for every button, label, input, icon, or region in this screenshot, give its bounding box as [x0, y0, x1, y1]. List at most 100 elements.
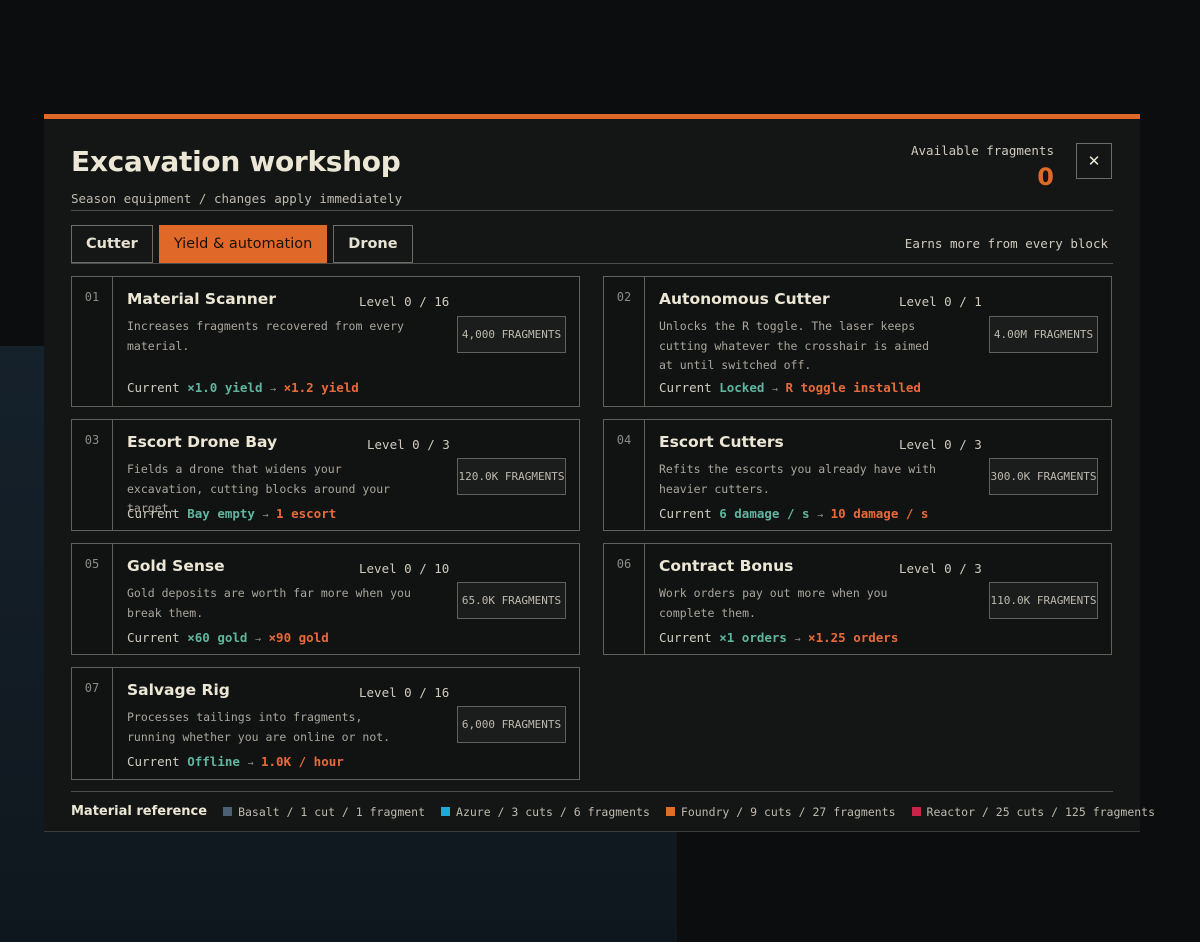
current-label: Current — [127, 380, 180, 395]
card-name: Contract Bonus — [659, 557, 794, 575]
tab-bar: Cutter Yield & automation Drone — [71, 225, 413, 263]
next-value: 10 damage / s — [830, 506, 929, 521]
current-label: Current — [659, 380, 712, 395]
card-description: Gold deposits are worth far more when yo… — [127, 586, 411, 620]
purchase-button[interactable]: 120.0K FRAGMENTS — [457, 458, 566, 495]
upgrade-card-escort-cutters: 04 Escort Cutters Level 0 / 3 Refits the… — [603, 419, 1112, 531]
current-value: Offline — [187, 754, 240, 769]
card-current: Current Offline → 1.0K / hour — [127, 754, 344, 769]
current-value: ×60 gold — [187, 630, 248, 645]
page-subtitle: Season equipment / changes apply immedia… — [71, 191, 403, 206]
legend-item-azure: Azure / 3 cuts / 6 fragments — [441, 805, 650, 819]
card-current: Current Locked → R toggle installed — [659, 380, 921, 395]
card-number: 07 — [72, 668, 113, 779]
card-level: Level 0 / 16 — [359, 685, 450, 700]
next-value: ×90 gold — [268, 630, 329, 645]
next-value: 1 escort — [276, 506, 337, 521]
upgrade-card-material-scanner: 01 Material Scanner Level 0 / 16 Increas… — [71, 276, 580, 407]
card-name: Material Scanner — [127, 290, 276, 308]
next-value: R toggle installed — [785, 380, 921, 395]
current-value: 6 damage / s — [719, 506, 810, 521]
current-label: Current — [127, 506, 180, 521]
upgrade-card-escort-drone-bay: 03 Escort Drone Bay Level 0 / 3 Fields a… — [71, 419, 580, 531]
purchase-button[interactable]: 6,000 FRAGMENTS — [457, 706, 566, 743]
upgrade-card-salvage-rig: 07 Salvage Rig Level 0 / 16 Processes ta… — [71, 667, 580, 780]
arrow-right-icon: → — [794, 634, 801, 645]
card-number: 06 — [604, 544, 645, 654]
legend-item-basalt: Basalt / 1 cut / 1 fragment — [223, 805, 425, 819]
current-label: Current — [127, 754, 180, 769]
tab-drone[interactable]: Drone — [333, 225, 413, 263]
card-level: Level 0 / 3 — [899, 561, 982, 576]
card-number: 04 — [604, 420, 645, 530]
card-name: Escort Cutters — [659, 433, 784, 451]
close-button[interactable]: ✕ — [1076, 143, 1112, 179]
legend-label: Foundry / 9 cuts / 27 fragments — [680, 804, 896, 819]
tab-yield-automation[interactable]: Yield & automation — [158, 225, 328, 263]
card-current: Current ×60 gold → ×90 gold — [127, 630, 329, 645]
tabs-divider — [71, 263, 1113, 264]
card-current: Current ×1.0 yield → ×1.2 yield — [127, 380, 359, 395]
upgrade-card-gold-sense: 05 Gold Sense Level 0 / 10 Gold deposits… — [71, 543, 580, 655]
current-value: ×1 orders — [719, 630, 787, 645]
tab-hint: Earns more from every block — [904, 236, 1108, 251]
card-level: Level 0 / 3 — [367, 437, 450, 452]
arrow-right-icon: → — [247, 758, 254, 769]
next-value: 1.0K / hour — [261, 754, 344, 769]
card-description: Unlocks the R toggle. The laser keeps cu… — [659, 319, 930, 372]
current-value: Bay empty — [187, 506, 255, 521]
card-description: Work orders pay out more when you comple… — [659, 586, 888, 620]
arrow-right-icon: → — [254, 634, 261, 645]
purchase-button[interactable]: 110.0K FRAGMENTS — [989, 582, 1098, 619]
close-icon: ✕ — [1087, 152, 1101, 170]
arrow-right-icon: → — [262, 510, 269, 521]
legend-label: Azure / 3 cuts / 6 fragments — [456, 804, 650, 819]
next-value: ×1.25 orders — [808, 630, 899, 645]
legend-divider — [71, 791, 1113, 792]
purchase-button[interactable]: 4.00M FRAGMENTS — [989, 316, 1098, 353]
legend-item-reactor: Reactor / 25 cuts / 125 fragments — [911, 804, 1156, 819]
legend-title: Material reference — [71, 804, 208, 819]
card-description: Increases fragments recovered from every… — [127, 319, 404, 353]
purchase-button[interactable]: 65.0K FRAGMENTS — [457, 582, 566, 619]
legend-label: Basalt / 1 cut / 1 fragment — [238, 804, 426, 819]
card-level: Level 0 / 3 — [899, 437, 982, 452]
card-level: Level 0 / 16 — [359, 294, 450, 309]
color-swatch — [665, 807, 675, 816]
card-number: 03 — [72, 420, 113, 530]
card-level: Level 0 / 10 — [359, 561, 450, 576]
card-current: Current ×1 orders → ×1.25 orders — [659, 630, 898, 645]
tab-cutter[interactable]: Cutter — [71, 225, 153, 263]
current-label: Current — [659, 630, 712, 645]
fragments-label: Available fragments — [911, 143, 1054, 158]
legend-label: Reactor / 25 cuts / 125 fragments — [926, 804, 1156, 819]
card-current: Current Bay empty → 1 escort — [127, 506, 336, 521]
color-swatch — [441, 807, 451, 816]
card-name: Gold Sense — [127, 557, 225, 575]
card-number: 05 — [72, 544, 113, 654]
current-value: Locked — [719, 380, 765, 395]
purchase-button[interactable]: 300.0K FRAGMENTS — [989, 458, 1098, 495]
next-value: ×1.2 yield — [283, 380, 359, 395]
header-divider — [71, 210, 1113, 211]
color-swatch — [223, 807, 233, 816]
card-description: Processes tailings into fragments, runni… — [127, 710, 391, 744]
card-name: Salvage Rig — [127, 681, 230, 699]
legend-item-foundry: Foundry / 9 cuts / 27 fragments — [665, 804, 896, 819]
card-number: 01 — [72, 277, 113, 406]
card-number: 02 — [604, 277, 645, 406]
color-swatch — [911, 807, 921, 816]
workshop-modal: Excavation workshop Season equipment / c… — [44, 114, 1155, 832]
upgrade-card-autonomous-cutter: 02 Autonomous Cutter Level 0 / 1 Unlocks… — [603, 276, 1112, 407]
card-name: Escort Drone Bay — [127, 433, 278, 451]
card-description: Refits the escorts you already have with… — [659, 462, 936, 496]
arrow-right-icon: → — [771, 384, 778, 395]
purchase-button[interactable]: 4,000 FRAGMENTS — [457, 316, 566, 353]
arrow-right-icon: → — [270, 384, 277, 395]
card-level: Level 0 / 1 — [899, 294, 982, 309]
upgrade-card-contract-bonus: 06 Contract Bonus Level 0 / 3 Work order… — [603, 543, 1112, 655]
current-label: Current — [127, 630, 180, 645]
current-label: Current — [659, 506, 712, 521]
material-legend: Material reference Basalt / 1 cut / 1 fr… — [71, 804, 1155, 819]
card-current: Current 6 damage / s → 10 damage / s — [659, 506, 928, 521]
